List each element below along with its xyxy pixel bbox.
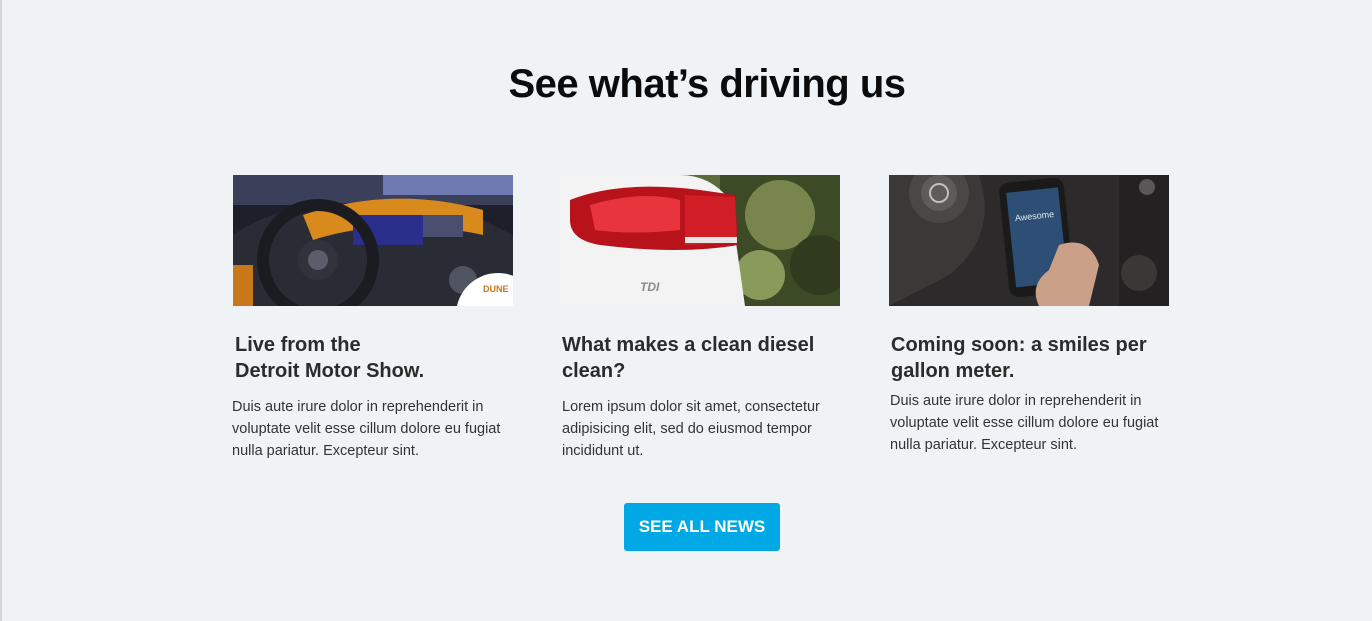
dune-badge: DUNE <box>483 284 509 294</box>
tail-light-image[interactable]: TDI <box>560 175 840 306</box>
see-all-news-button[interactable]: SEE ALL NEWS <box>624 503 780 551</box>
news-card-clean-diesel[interactable]: TDI What makes a clean diesel clean? Lor… <box>560 175 840 462</box>
phone-in-car-image[interactable]: Awesome <box>889 175 1169 306</box>
card-title-line2: clean? <box>562 360 626 382</box>
card-body: Duis aute irure dolor in reprehenderit i… <box>232 399 501 459</box>
card-body: Lorem ipsum dolor sit amet, consectetur … <box>562 399 820 459</box>
tdi-badge: TDI <box>640 280 660 294</box>
news-card-detroit[interactable]: DUNE Live from the Detroit Motor Show. D… <box>232 175 513 462</box>
card-title-line1: Live from the <box>235 334 361 356</box>
car-interior-image[interactable]: DUNE <box>233 175 513 306</box>
card-title[interactable]: Live from the Detroit Motor Show. <box>235 332 513 384</box>
card-title-line2: gallon meter. <box>891 360 1015 382</box>
card-title[interactable]: What makes a clean diesel clean? <box>562 332 840 384</box>
card-title-line2: Detroit Motor Show. <box>235 360 425 382</box>
card-body: Duis aute irure dolor in reprehenderit i… <box>890 393 1159 453</box>
news-section: See what’s driving us DUNE Live from the… <box>0 0 1372 621</box>
news-card-smiles-meter[interactable]: Awesome Coming soon: a smiles per gallon… <box>889 175 1169 456</box>
card-title-line1: What makes a clean diesel <box>562 334 815 356</box>
card-title-line1: Coming soon: a smiles per <box>891 334 1147 356</box>
card-title[interactable]: Coming soon: a smiles per gallon meter. <box>891 332 1169 384</box>
section-title: See what’s driving us <box>508 62 906 106</box>
